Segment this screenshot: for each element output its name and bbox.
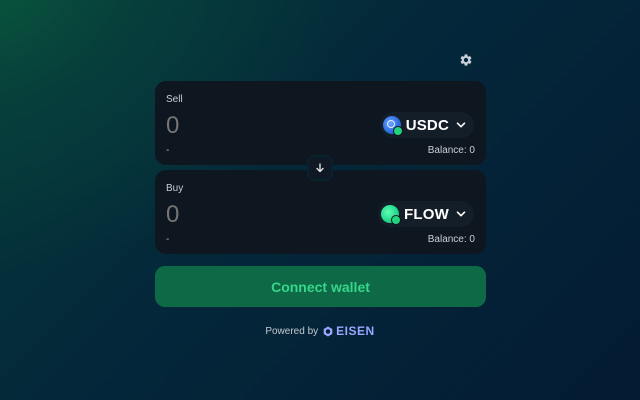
sell-token-selector[interactable]: USDC [379, 112, 474, 138]
chain-badge-icon [392, 126, 403, 136]
buy-amount-input[interactable] [166, 201, 316, 229]
eisen-logo[interactable]: EISEN [323, 324, 375, 338]
powered-by: Powered by EISEN [0, 324, 640, 338]
sell-label: Sell [166, 94, 183, 105]
powered-by-text: Powered by [265, 325, 319, 337]
sell-token-symbol: USDC [405, 116, 449, 134]
sell-panel: Sell USDC - Balance: 0 [155, 81, 486, 165]
chevron-down-icon [454, 118, 468, 132]
eisen-brand-name: EISEN [336, 324, 375, 338]
buy-token-symbol: FLOW [404, 205, 449, 223]
usdc-token-icon [382, 116, 403, 136]
eisen-logo-icon [323, 326, 333, 336]
buy-panel: Buy FLOW - Balance: 0 [155, 170, 486, 254]
sell-balance: Balance: 0 [427, 145, 475, 156]
chain-badge-icon [391, 215, 402, 225]
connect-wallet-button[interactable]: Connect wallet [155, 266, 486, 307]
settings-button[interactable] [456, 50, 476, 70]
swap-direction-button[interactable] [307, 155, 333, 181]
buy-usd-value: - [166, 234, 170, 245]
arrow-down-icon [316, 163, 324, 173]
buy-balance: Balance: 0 [427, 234, 475, 245]
buy-label: Buy [166, 183, 184, 194]
flow-token-icon [381, 205, 402, 225]
buy-token-selector[interactable]: FLOW [378, 201, 474, 227]
sell-amount-input[interactable] [166, 112, 316, 140]
chevron-down-icon [454, 207, 468, 221]
gear-icon [460, 54, 472, 66]
sell-usd-value: - [166, 145, 170, 156]
